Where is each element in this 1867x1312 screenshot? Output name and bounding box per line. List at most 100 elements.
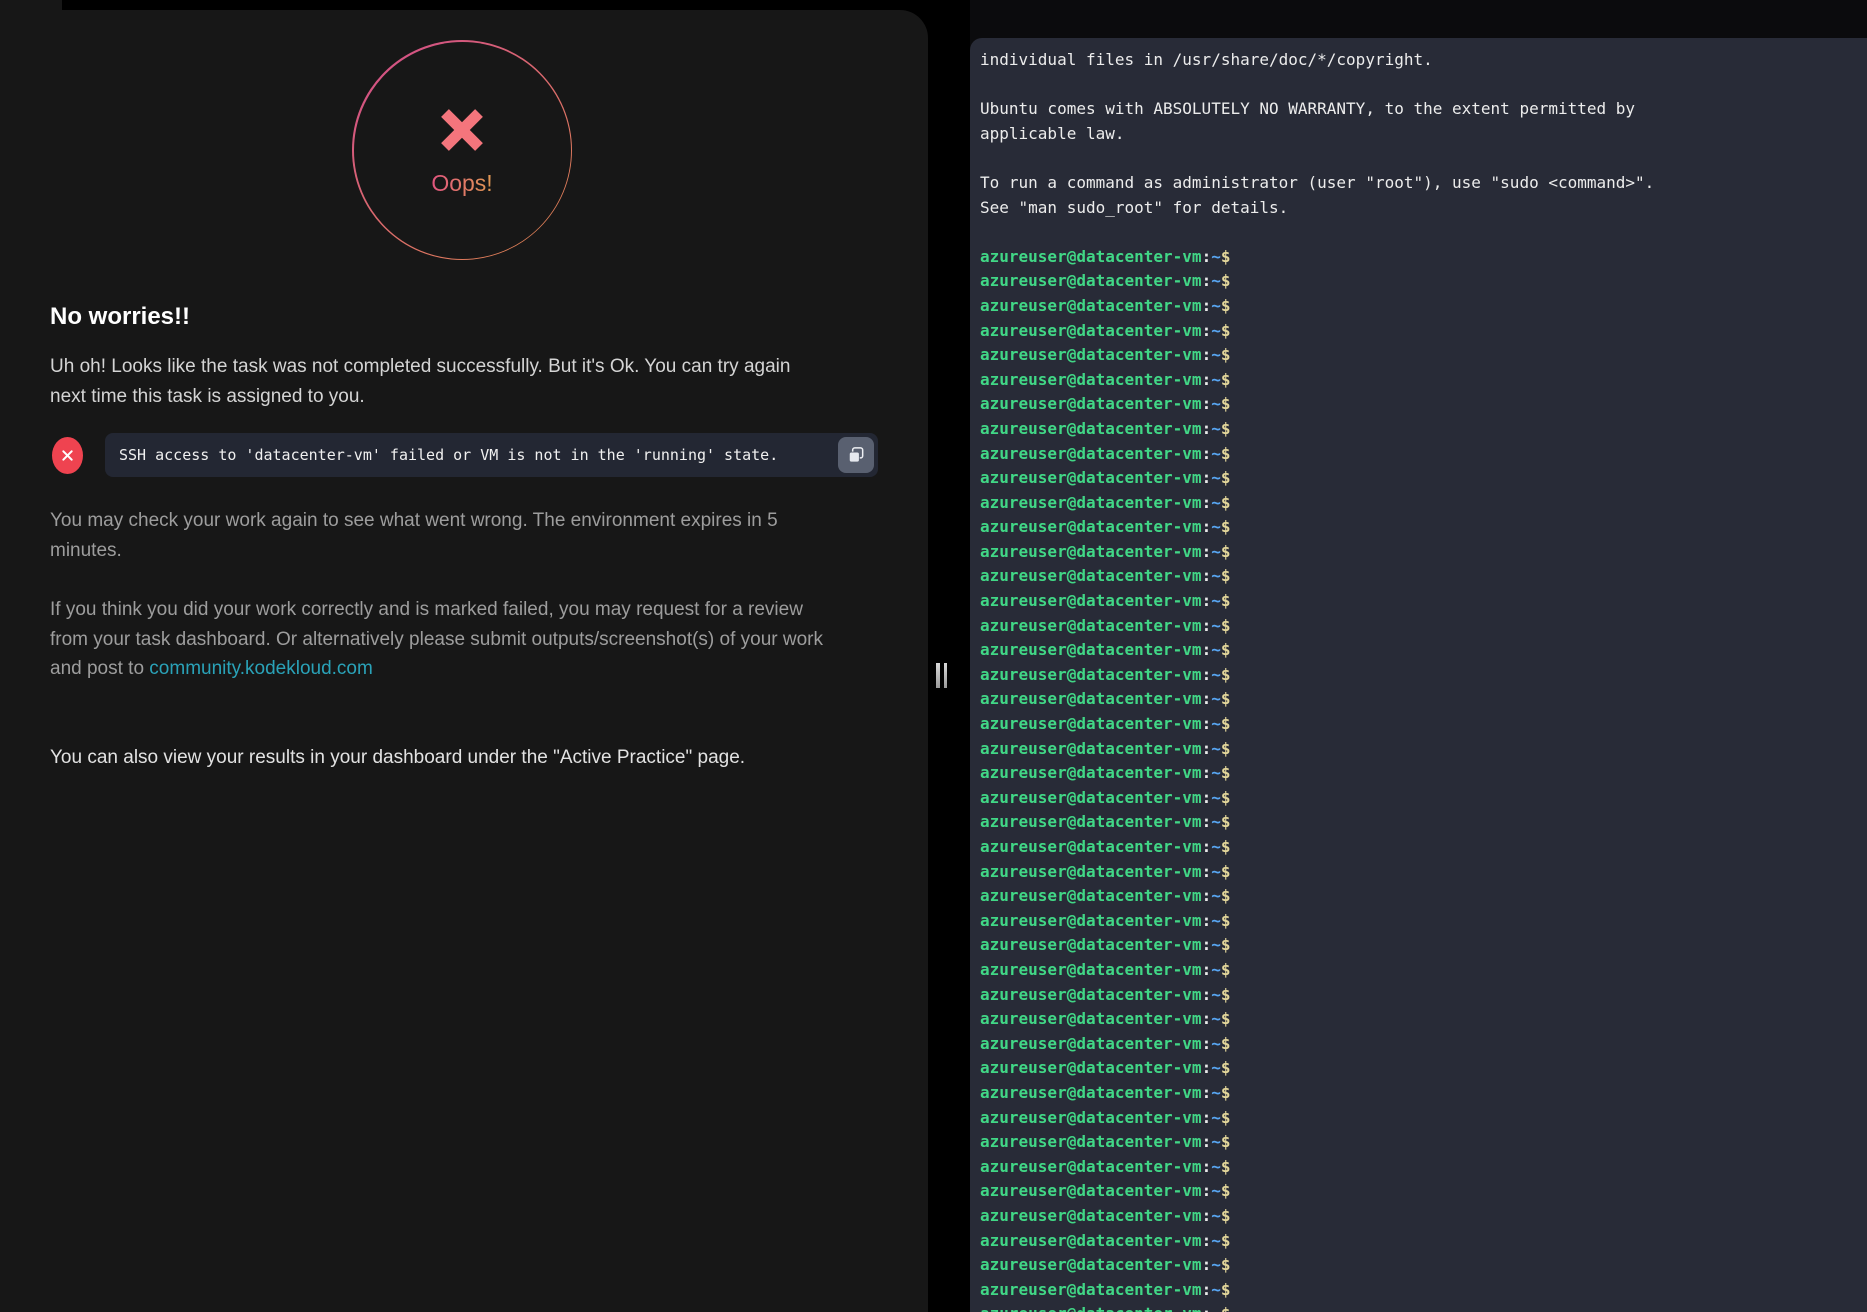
status-circle-inner: Oops!: [354, 42, 571, 259]
prompt-symbol: $: [1221, 1034, 1231, 1053]
prompt-symbol: $: [1221, 886, 1231, 905]
terminal-prompt-line: azureuser@datacenter-vm:~$: [980, 810, 1867, 835]
prompt-path: ~: [1211, 566, 1221, 585]
prompt-separator: :: [1202, 665, 1212, 684]
terminal-output: individual files in /usr/share/doc/*/cop…: [980, 48, 1867, 1312]
terminal-prompt-line: azureuser@datacenter-vm:~$: [980, 1081, 1867, 1106]
copy-button[interactable]: [838, 437, 874, 473]
prompt-user-host: azureuser@datacenter-vm: [980, 689, 1202, 708]
terminal-prompt-line: azureuser@datacenter-vm:~$: [980, 540, 1867, 565]
prompt-separator: :: [1202, 296, 1212, 315]
status-circle-badge: Oops!: [352, 40, 572, 260]
prompt-separator: :: [1202, 1108, 1212, 1127]
note-check-work: You may check your work again to see wha…: [50, 506, 885, 565]
prompt-separator: :: [1202, 1181, 1212, 1200]
prompt-symbol: $: [1221, 1181, 1231, 1200]
prompt-symbol: $: [1221, 247, 1231, 266]
prompt-symbol: $: [1221, 985, 1231, 1004]
terminal-prompt-line: azureuser@datacenter-vm:~$: [980, 589, 1867, 614]
prompt-separator: :: [1202, 1157, 1212, 1176]
prompt-symbol: $: [1221, 591, 1231, 610]
copy-icon: [846, 445, 866, 465]
prompt-symbol: $: [1221, 812, 1231, 831]
prompt-separator: :: [1202, 444, 1212, 463]
terminal-prompt-line: azureuser@datacenter-vm:~$: [980, 638, 1867, 663]
terminal-prompt-line: azureuser@datacenter-vm:~$: [980, 909, 1867, 934]
prompt-user-host: azureuser@datacenter-vm: [980, 517, 1202, 536]
prompt-user-host: azureuser@datacenter-vm: [980, 271, 1202, 290]
prompt-separator: :: [1202, 960, 1212, 979]
prompt-separator: :: [1202, 1280, 1212, 1299]
prompt-symbol: $: [1221, 1231, 1231, 1250]
terminal-prompt-line: azureuser@datacenter-vm:~$: [980, 1302, 1867, 1312]
community-link[interactable]: community.kodekloud.com: [149, 658, 373, 679]
prompt-symbol: $: [1221, 321, 1231, 340]
prompt-symbol: $: [1221, 1157, 1231, 1176]
prompt-symbol: $: [1221, 370, 1231, 389]
pane-resize-handle[interactable]: [936, 663, 947, 688]
prompt-separator: :: [1202, 468, 1212, 487]
error-message-pill: SSH access to 'datacenter-vm' failed or …: [105, 433, 878, 477]
terminal-panel[interactable]: individual files in /usr/share/doc/*/cop…: [970, 38, 1867, 1312]
prompt-user-host: azureuser@datacenter-vm: [980, 763, 1202, 782]
error-status-icon: [52, 437, 83, 474]
terminal-prompt-line: azureuser@datacenter-vm:~$: [980, 368, 1867, 393]
error-x-icon: [61, 449, 74, 462]
prompt-symbol: $: [1221, 271, 1231, 290]
prompt-user-host: azureuser@datacenter-vm: [980, 739, 1202, 758]
intro-paragraph: Uh oh! Looks like the task was not compl…: [50, 352, 885, 411]
terminal-prompt-line: azureuser@datacenter-vm:~$: [980, 491, 1867, 516]
prompt-separator: :: [1202, 788, 1212, 807]
prompt-user-host: azureuser@datacenter-vm: [980, 911, 1202, 930]
prompt-path: ~: [1211, 1058, 1221, 1077]
prompt-separator: :: [1202, 837, 1212, 856]
prompt-user-host: azureuser@datacenter-vm: [980, 1034, 1202, 1053]
terminal-prompt-line: azureuser@datacenter-vm:~$: [980, 319, 1867, 344]
terminal-line: applicable law.: [980, 122, 1867, 147]
prompt-separator: :: [1202, 985, 1212, 1004]
prompt-path: ~: [1211, 788, 1221, 807]
prompt-user-host: azureuser@datacenter-vm: [980, 862, 1202, 881]
prompt-user-host: azureuser@datacenter-vm: [980, 1181, 1202, 1200]
terminal-prompt-line: azureuser@datacenter-vm:~$: [980, 761, 1867, 786]
prompt-symbol: $: [1221, 419, 1231, 438]
terminal-line: [980, 73, 1867, 98]
prompt-user-host: azureuser@datacenter-vm: [980, 935, 1202, 954]
terminal-prompt-line: azureuser@datacenter-vm:~$: [980, 958, 1867, 983]
prompt-path: ~: [1211, 1206, 1221, 1225]
terminal-prompt-line: azureuser@datacenter-vm:~$: [980, 712, 1867, 737]
prompt-separator: :: [1202, 1083, 1212, 1102]
prompt-symbol: $: [1221, 837, 1231, 856]
terminal-prompt-line: azureuser@datacenter-vm:~$: [980, 786, 1867, 811]
prompt-user-host: azureuser@datacenter-vm: [980, 640, 1202, 659]
prompt-path: ~: [1211, 394, 1221, 413]
prompt-separator: :: [1202, 739, 1212, 758]
terminal-prompt-line: azureuser@datacenter-vm:~$: [980, 1179, 1867, 1204]
prompt-symbol: $: [1221, 1058, 1231, 1077]
prompt-user-host: azureuser@datacenter-vm: [980, 394, 1202, 413]
prompt-path: ~: [1211, 935, 1221, 954]
prompt-user-host: azureuser@datacenter-vm: [980, 1304, 1202, 1312]
prompt-path: ~: [1211, 1108, 1221, 1127]
prompt-separator: :: [1202, 935, 1212, 954]
prompt-symbol: $: [1221, 763, 1231, 782]
prompt-symbol: $: [1221, 468, 1231, 487]
prompt-path: ~: [1211, 1280, 1221, 1299]
prompt-path: ~: [1211, 493, 1221, 512]
prompt-user-host: azureuser@datacenter-vm: [980, 665, 1202, 684]
prompt-separator: :: [1202, 1255, 1212, 1274]
note-review-request: If you think you did your work correctly…: [50, 595, 885, 684]
prompt-user-host: azureuser@datacenter-vm: [980, 788, 1202, 807]
terminal-prompt-line: azureuser@datacenter-vm:~$: [980, 245, 1867, 270]
prompt-path: ~: [1211, 468, 1221, 487]
prompt-user-host: azureuser@datacenter-vm: [980, 370, 1202, 389]
prompt-symbol: $: [1221, 1009, 1231, 1028]
prompt-path: ~: [1211, 862, 1221, 881]
prompt-symbol: $: [1221, 935, 1231, 954]
prompt-separator: :: [1202, 591, 1212, 610]
prompt-path: ~: [1211, 1083, 1221, 1102]
prompt-separator: :: [1202, 616, 1212, 635]
prompt-symbol: $: [1221, 1206, 1231, 1225]
prompt-user-host: azureuser@datacenter-vm: [980, 1206, 1202, 1225]
prompt-symbol: $: [1221, 566, 1231, 585]
